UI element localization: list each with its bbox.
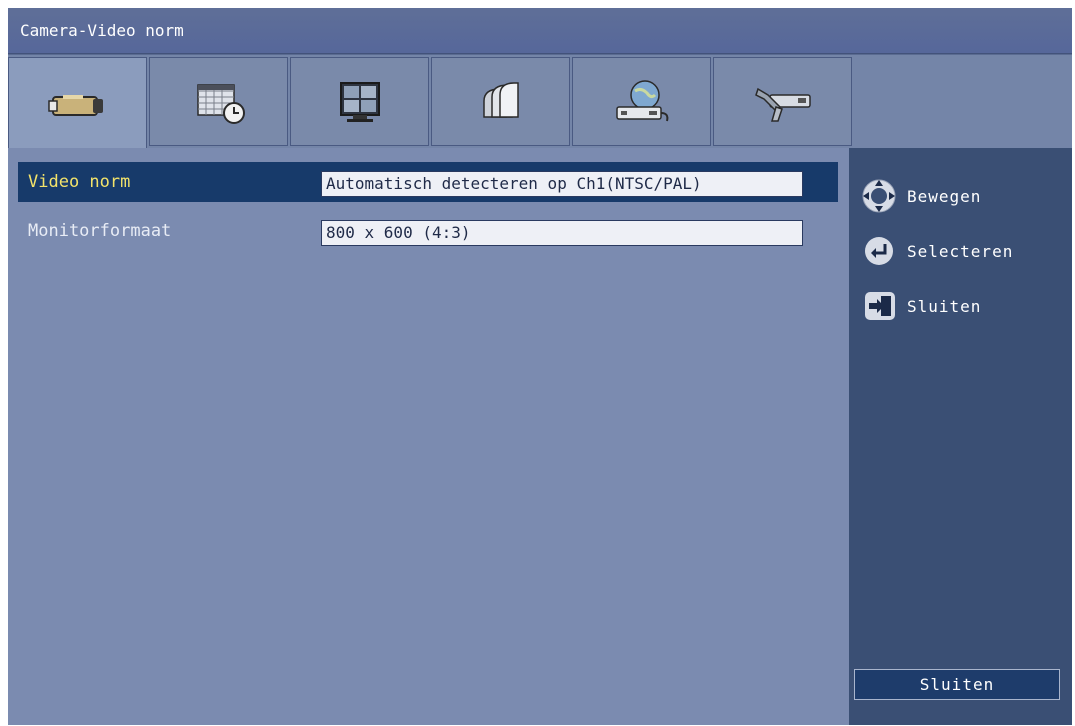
tab-network[interactable]: [572, 57, 711, 146]
exit-close-icon: [865, 292, 895, 320]
setting-row-monitorformaat[interactable]: Monitorformaat 800 x 600 (4:3): [18, 211, 838, 251]
dvr-menu-screen: Camera-Video norm Video norm Automatisch…: [8, 8, 1072, 725]
enter-select-icon: [865, 237, 893, 265]
tab-archive[interactable]: [431, 57, 570, 146]
tab-camera[interactable]: [8, 57, 147, 149]
monitor-display-icon: [339, 81, 380, 122]
tab-tools[interactable]: [713, 57, 852, 146]
settings-panel: Video norm Automatisch detecteren op Ch1…: [8, 148, 849, 725]
hint-bewegen: Bewegen: [857, 176, 981, 216]
camera-icon: [47, 94, 103, 116]
hint-sluiten: Sluiten: [857, 286, 981, 326]
hint-label: Selecteren: [907, 241, 1014, 261]
help-sidebar: Bewegen Selecteren Sluiten Sluiten: [849, 148, 1072, 725]
monitorformaat-value-field[interactable]: 800 x 600 (4:3): [321, 220, 803, 246]
setting-label: Video norm: [28, 172, 131, 192]
tab-schedule[interactable]: [149, 57, 288, 146]
window-title: Camera-Video norm: [8, 8, 1072, 54]
setting-row-video-norm[interactable]: Video norm Automatisch detecteren op Ch1…: [18, 162, 838, 202]
archive-storage-icon: [482, 81, 519, 118]
hint-selecteren: Selecteren: [857, 231, 1013, 271]
network-globe-icon: [615, 79, 668, 121]
tab-monitor[interactable]: [290, 57, 429, 146]
schedule-calendar-icon: [196, 83, 245, 124]
sluiten-button[interactable]: Sluiten: [854, 669, 1060, 700]
hint-label: Sluiten: [907, 296, 982, 316]
hint-label: Bewegen: [907, 186, 982, 206]
navigate-arrows-icon: [862, 179, 896, 213]
menu-tab-bar: [8, 55, 1072, 149]
video-norm-value-field[interactable]: Automatisch detecteren op Ch1(NTSC/PAL): [321, 171, 803, 197]
tools-wrench-icon: [754, 87, 811, 122]
setting-label: Monitorformaat: [28, 221, 172, 241]
